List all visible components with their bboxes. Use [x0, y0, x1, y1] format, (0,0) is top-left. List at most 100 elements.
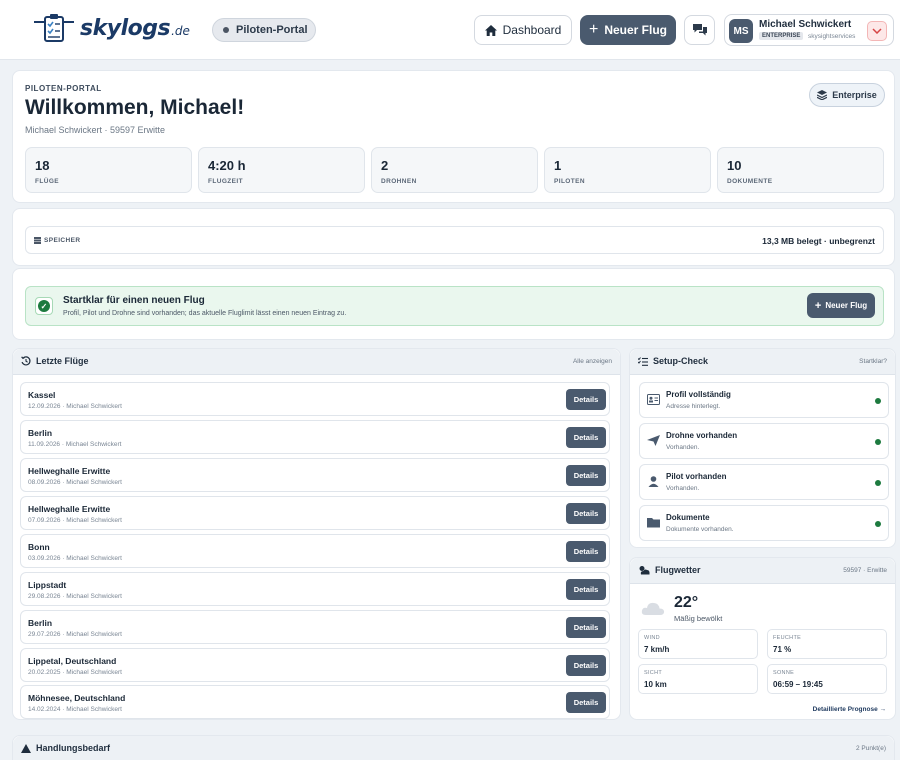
- stat-flights: 18 FLÜGE: [25, 147, 192, 193]
- welcome-card: PILOTEN-PORTAL Willkommen, Michael! Mich…: [12, 70, 895, 203]
- weather-cell-value: 7 km/h: [644, 645, 670, 654]
- setup-item-title: Profil vollständig: [666, 390, 731, 399]
- forecast-link[interactable]: Detaillierte Prognose →: [813, 706, 886, 713]
- recent-flights-title: Letzte Flüge: [21, 356, 89, 366]
- portal-label: Piloten-Portal: [236, 24, 308, 36]
- weather-cell-visibility: SICHT 10 km: [638, 664, 758, 694]
- plan-label: Enterprise: [832, 90, 877, 100]
- flight-meta: 11.09.2026 · Michael Schwickert: [28, 441, 122, 448]
- flight-row[interactable]: Lippetal, Deutschland 20.02.2025 · Micha…: [20, 648, 610, 682]
- weather-cell-label: FEUCHTE: [773, 635, 802, 641]
- stat-label: DROHNEN: [381, 178, 417, 185]
- details-button[interactable]: Details: [566, 503, 606, 524]
- weather-title: Flugwetter: [638, 565, 701, 575]
- flight-row[interactable]: Hellweghalle Erwitte 08.09.2026 · Michae…: [20, 458, 610, 492]
- setup-item-title: Pilot vorhanden: [666, 472, 727, 481]
- weather-card: Flugwetter 59597 · Erwitte 22° Mäßig bew…: [629, 557, 896, 720]
- setup-item-title: Drohne vorhanden: [666, 431, 738, 440]
- ready-new-flight-button[interactable]: + Neuer Flug: [807, 293, 875, 318]
- flight-location: Kassel: [28, 390, 56, 400]
- checklist-icon: [638, 356, 648, 366]
- weather-location: 59597 · Erwitte: [843, 567, 887, 574]
- stat-documents: 10 DOKUMENTE: [717, 147, 884, 193]
- history-icon: [21, 356, 31, 366]
- flight-meta: 14.02.2024 · Michael Schwickert: [28, 706, 122, 713]
- weather-cell-label: SONNE: [773, 670, 795, 676]
- logo-text: skylogs: [80, 15, 171, 41]
- user-menu-toggle[interactable]: [867, 21, 887, 41]
- setup-item[interactable]: Pilot vorhanden Vorhanden.: [639, 464, 889, 500]
- flight-location: Hellweghalle Erwitte: [28, 504, 111, 514]
- details-button[interactable]: Details: [566, 465, 606, 486]
- flight-row[interactable]: Möhnesee, Deutschland 14.02.2024 · Micha…: [20, 685, 610, 719]
- chevron-down-icon: [872, 28, 882, 34]
- status-dot-icon: [875, 521, 881, 527]
- flight-location: Bonn: [28, 542, 50, 552]
- show-all-link[interactable]: Alle anzeigen: [573, 358, 612, 365]
- setup-item-text: Dokumente vorhanden.: [666, 526, 734, 533]
- plan-badge[interactable]: Enterprise: [809, 83, 885, 107]
- weather-cell-value: 71 %: [773, 645, 792, 654]
- storage-label-text: SPEICHER: [44, 237, 81, 244]
- details-button[interactable]: Details: [566, 427, 606, 448]
- setup-item[interactable]: Drohne vorhanden Vorhanden.: [639, 423, 889, 459]
- stat-drones: 2 DROHNEN: [371, 147, 538, 193]
- welcome-subtitle: Michael Schwickert · 59597 Erwitte: [25, 125, 166, 135]
- details-button[interactable]: Details: [566, 655, 606, 676]
- details-button[interactable]: Details: [566, 541, 606, 562]
- action-needed-header[interactable]: Handlungsbedarf 2 Punkt(e): [13, 736, 894, 760]
- action-needed-title-text: Handlungsbedarf: [36, 743, 111, 753]
- setup-check-title-text: Setup-Check: [653, 356, 709, 366]
- stat-label: FLUGZEIT: [208, 178, 243, 185]
- flight-meta: 03.09.2026 · Michael Schwickert: [28, 555, 122, 562]
- ready-text: Profil, Pilot und Drohne sind vorhanden;…: [63, 310, 347, 317]
- portal-pill[interactable]: Piloten-Portal: [212, 18, 316, 42]
- stat-pilots: 1 PILOTEN: [544, 147, 711, 193]
- flight-row[interactable]: Berlin 11.09.2026 · Michael Schwickert D…: [20, 420, 610, 454]
- storage-bar: SPEICHER 13,3 MB belegt · unbegrenzt: [25, 226, 884, 254]
- plus-icon: +: [814, 299, 822, 312]
- home-icon: [484, 24, 497, 36]
- flight-meta: 07.09.2026 · Michael Schwickert: [28, 517, 122, 524]
- layers-icon: [817, 90, 828, 100]
- chat-button[interactable]: [684, 15, 715, 45]
- flight-location: Möhnesee, Deutschland: [28, 693, 126, 703]
- avatar: MS: [729, 19, 753, 43]
- new-flight-button[interactable]: + Neuer Flug: [580, 15, 676, 45]
- dashboard-button[interactable]: Dashboard: [474, 15, 572, 45]
- flight-row[interactable]: Kassel 12.09.2026 · Michael Schwickert D…: [20, 382, 610, 416]
- flight-row[interactable]: Berlin 29.07.2026 · Michael Schwickert D…: [20, 610, 610, 644]
- details-button[interactable]: Details: [566, 617, 606, 638]
- database-icon: [34, 237, 41, 244]
- stat-label: DOKUMENTE: [727, 178, 773, 185]
- flight-location: Lippetal, Deutschland: [28, 656, 117, 666]
- setup-item-text: Adresse hinterlegt.: [666, 403, 721, 410]
- person-icon: [648, 476, 659, 487]
- flight-row[interactable]: Hellweghalle Erwitte 07.09.2026 · Michae…: [20, 496, 610, 530]
- flight-row[interactable]: Lippstadt 29.08.2026 · Michael Schwicker…: [20, 572, 610, 606]
- details-button[interactable]: Details: [566, 579, 606, 600]
- dashboard-label: Dashboard: [502, 23, 562, 37]
- setup-item[interactable]: Dokumente Dokumente vorhanden.: [639, 505, 889, 541]
- weather-title-text: Flugwetter: [655, 565, 701, 575]
- ready-card: ✓ Startklar für einen neuen Flug Profil,…: [12, 268, 895, 340]
- action-needed-card: Handlungsbedarf 2 Punkt(e): [12, 735, 895, 760]
- plus-icon: +: [588, 21, 599, 38]
- action-needed-count: 2 Punkt(e): [856, 745, 886, 752]
- flight-meta: 20.02.2025 · Michael Schwickert: [28, 669, 122, 676]
- id-card-icon: [647, 394, 660, 405]
- ready-banner: ✓ Startklar für einen neuen Flug Profil,…: [25, 286, 884, 326]
- status-dot-icon: [223, 27, 229, 33]
- setup-check-title: Setup-Check: [638, 356, 708, 366]
- skylogs-logo[interactable]: skylogs .de: [32, 12, 190, 44]
- weather-cell-label: SICHT: [644, 670, 662, 676]
- flight-row[interactable]: Bonn 03.09.2026 · Michael Schwickert Det…: [20, 534, 610, 568]
- details-button[interactable]: Details: [566, 389, 606, 410]
- folder-icon: [647, 518, 660, 528]
- user-menu[interactable]: MS Michael Schwickert ENTERPRISE skysigh…: [724, 14, 894, 46]
- flight-meta: 29.07.2026 · Michael Schwickert: [28, 631, 122, 638]
- clipboard-drone-icon: [34, 14, 74, 42]
- details-button[interactable]: Details: [566, 692, 606, 713]
- weather-cell-value: 06:59 – 19:45: [773, 680, 823, 689]
- setup-item[interactable]: Profil vollständig Adresse hinterlegt.: [639, 382, 889, 418]
